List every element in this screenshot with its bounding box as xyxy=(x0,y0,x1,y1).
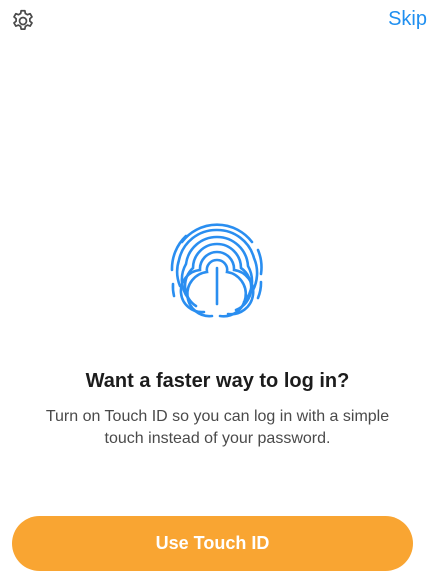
settings-button[interactable] xyxy=(8,6,38,36)
prompt-description: Turn on Touch ID so you can log in with … xyxy=(45,408,390,447)
prompt-headline: Want a faster way to log in? xyxy=(85,370,350,392)
skip-button[interactable]: Skip xyxy=(388,8,427,31)
fingerprint-icon xyxy=(170,223,263,318)
touch-id-prompt-screen: Skip Want a faster way to log in? Turn o… xyxy=(0,0,435,571)
use-touch-id-button[interactable]: Use Touch ID xyxy=(12,516,413,571)
gear-icon xyxy=(13,9,33,30)
